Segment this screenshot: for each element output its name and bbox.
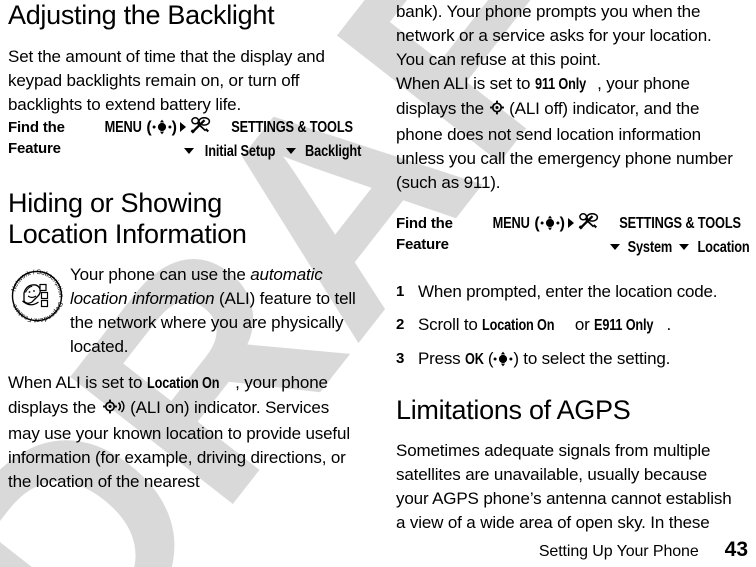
arrow-down-icon bbox=[184, 148, 195, 154]
step-2-text: Scroll to Location On or E911 Only. bbox=[418, 313, 671, 338]
step-3: 3 Press OK( ) to select the setting. bbox=[396, 347, 744, 374]
heading-hiding-line1: Hiding or Showing bbox=[8, 188, 223, 218]
network-dependent-note-text: Your phone can use the automatic locatio… bbox=[70, 263, 356, 359]
option-location-on: Location On bbox=[482, 317, 555, 334]
ali-on-pre: When ALI is set to bbox=[8, 373, 147, 392]
step-3-number: 3 bbox=[396, 350, 405, 367]
page-footer: Setting Up Your Phone 43 bbox=[396, 538, 748, 562]
step-3-pre: Press bbox=[418, 349, 465, 368]
path-item-initial-setup: Initial Setup bbox=[205, 143, 276, 160]
navigation-key-icon bbox=[152, 119, 172, 141]
step-2: 2 Scroll to Location On or E911 Only. bbox=[396, 313, 744, 338]
path-item-location: Location bbox=[697, 239, 750, 256]
svg-text:Dependent Feature: Dependent Feature bbox=[11, 301, 64, 324]
find-the-feature-backlight: Find the Feature MENU() SETTINGS & TOOL… bbox=[8, 116, 362, 162]
ali-off-pre: When ALI is set to bbox=[396, 74, 535, 93]
heading-hiding-or-showing-location-information: Hiding or Showing Location Information bbox=[8, 184, 356, 250]
navigation-key-icon-3 bbox=[493, 350, 513, 374]
network-subscription-dependent-icon: Network / Subscription Dependent Feature bbox=[8, 263, 70, 330]
tools-icon bbox=[189, 116, 212, 140]
find-the-feature-path-line1: MENU( ) SETTINGS & TOOLS bbox=[100, 116, 369, 141]
ali-off-crosshair-icon bbox=[489, 99, 505, 123]
arrow-right-icon bbox=[179, 122, 186, 132]
step-2-pre: Scroll to bbox=[418, 315, 483, 334]
footer-title: Setting Up Your Phone bbox=[538, 543, 699, 560]
key-ok: OK bbox=[464, 351, 484, 368]
svg-text:Network / Subscription: Network / Subscription bbox=[10, 269, 64, 298]
find-the-feature-path: MENU( ) SETTINGS & TOOLS Initial Setup B… bbox=[100, 116, 369, 162]
heading-hiding-line2: Location Information bbox=[8, 219, 247, 249]
settings-and-tools-label-2: SETTINGS & TOOLS bbox=[619, 215, 742, 232]
setting-location-on: Location On bbox=[146, 375, 220, 392]
heading-limitations-of-agps: Limitations of AGPS bbox=[396, 395, 631, 425]
heading-adjusting-the-backlight: Adjusting the Backlight bbox=[8, 0, 275, 30]
arrow-down-icon-4 bbox=[679, 244, 690, 250]
path-item-backlight: Backlight bbox=[305, 143, 362, 160]
note-text-pre: Your phone can use the bbox=[70, 265, 251, 284]
find-the-feature-path-2-line1: MENU( ) SETTINGS & TOOLS bbox=[488, 212, 756, 237]
step-3-text: Press OK( ) to select the setting. bbox=[418, 347, 670, 374]
step-2-number: 2 bbox=[396, 316, 405, 333]
paragraph-bank-continuation: bank). Your phone prompts you when the n… bbox=[396, 2, 712, 69]
find-the-feature-location: Find the Feature MENU() SETTINGS & TOOL… bbox=[396, 212, 750, 258]
paragraph-limitations: Sometimes adequate signals from multiple… bbox=[396, 441, 732, 532]
step-1: 1 When prompted, enter the location code… bbox=[396, 280, 744, 304]
arrow-down-icon-2 bbox=[286, 148, 297, 154]
menu-label-2: MENU bbox=[492, 215, 530, 232]
path-item-system: System bbox=[627, 239, 672, 256]
step-2-post: . bbox=[666, 315, 671, 334]
find-the-feature-label-2-line1: Find the bbox=[396, 215, 453, 232]
left-column: Adjusting the Backlight Set the amount o… bbox=[8, 0, 362, 494]
footer-page-number: 43 bbox=[724, 538, 748, 561]
step-1-number: 1 bbox=[396, 283, 405, 300]
step-3-post: to select the setting. bbox=[518, 349, 671, 368]
navigation-key-icon-2 bbox=[540, 215, 560, 237]
arrow-right-icon-2 bbox=[567, 218, 574, 228]
paren-close-2: ) bbox=[559, 215, 565, 232]
find-the-feature-label-line1: Find the bbox=[8, 119, 65, 136]
find-the-feature-label-2: Find the Feature bbox=[396, 213, 488, 255]
option-e911-only: E911 Only bbox=[594, 317, 654, 334]
find-the-feature-label-2-line2: Feature bbox=[396, 236, 449, 253]
menu-label: MENU bbox=[104, 119, 142, 136]
step-2-mid: or bbox=[570, 315, 595, 334]
paragraph-ali-location-on: When ALI is set to Location On, your pho… bbox=[8, 371, 356, 494]
paragraph-backlight-description: Set the amount of time that the display … bbox=[8, 47, 325, 114]
manual-page: DRAFT Adjusting the Backlight Set the am… bbox=[0, 0, 756, 567]
paragraph-ali-911-only: When ALI is set to 911 Only, your phone … bbox=[396, 72, 744, 195]
arrow-down-icon-3 bbox=[609, 244, 620, 250]
tools-icon-2 bbox=[577, 212, 600, 236]
find-the-feature-path-line2: Initial Setup Backlight bbox=[100, 141, 369, 162]
ali-on-crosshair-waves-icon bbox=[101, 398, 126, 422]
right-column: bank). Your phone prompts you when the n… bbox=[396, 0, 750, 535]
find-the-feature-path-2: MENU( ) SETTINGS & TOOLS System Location bbox=[488, 212, 756, 258]
paren-close: ) bbox=[171, 119, 177, 136]
find-the-feature-path-2-line2: System Location bbox=[488, 237, 756, 258]
find-the-feature-label: Find the Feature bbox=[8, 117, 100, 159]
network-dependent-note: Network / Subscription Dependent Feature bbox=[8, 263, 356, 359]
setting-911-only: 911 Only bbox=[534, 76, 586, 93]
settings-and-tools-label: SETTINGS & TOOLS bbox=[231, 119, 354, 136]
find-the-feature-label-line2: Feature bbox=[8, 140, 61, 157]
step-1-text: When prompted, enter the location code. bbox=[418, 282, 718, 301]
